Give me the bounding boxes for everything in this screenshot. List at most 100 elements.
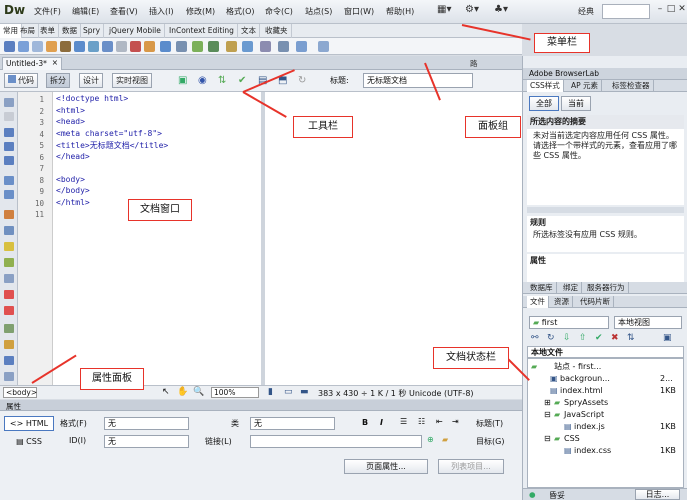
get-files-icon[interactable]: ⇩ xyxy=(563,333,571,343)
syntax-error-icon[interactable] xyxy=(4,242,14,251)
refresh-files-icon[interactable]: ↻ xyxy=(547,333,555,343)
zoom-select[interactable]: 100% xyxy=(211,387,259,398)
code-line[interactable]: <body> xyxy=(56,175,85,184)
dropdown-icon[interactable] xyxy=(296,41,307,52)
file-row-index-css[interactable]: ▤ index.css 1KB xyxy=(528,445,683,457)
wrap-tag-icon[interactable] xyxy=(4,324,14,333)
check-in-icon[interactable]: ✖ xyxy=(611,333,619,343)
bold-button[interactable]: B xyxy=(362,418,368,427)
tag-chooser-icon[interactable] xyxy=(208,41,219,52)
file-row-spryassets[interactable]: ⊞ ▰ SpryAssets xyxy=(528,397,683,409)
workspace-switcher[interactable]: 经典 xyxy=(578,6,594,17)
code-line[interactable]: </body> xyxy=(56,186,90,195)
server-icon[interactable] xyxy=(278,41,289,52)
code-editor[interactable]: <!doctype html> <html> <head> <meta charset… xyxy=(53,92,261,385)
tablet-size-icon[interactable]: ▭ xyxy=(284,387,293,397)
tab-css-styles[interactable]: CSS样式 xyxy=(527,80,564,92)
code-view-button[interactable]: 代码 xyxy=(4,73,38,88)
script-icon[interactable] xyxy=(176,41,187,52)
browser-preview-icon[interactable]: ◉ xyxy=(198,75,207,86)
balance-braces-icon[interactable] xyxy=(4,190,14,199)
code-line[interactable]: <html> xyxy=(56,106,85,115)
close-icon[interactable]: × xyxy=(52,58,58,67)
file-row-index-html[interactable]: ▤ index.html 1KB xyxy=(528,385,683,397)
expand-all-icon[interactable] xyxy=(4,156,14,165)
tab-ap-elements[interactable]: AP 元素 xyxy=(568,80,603,92)
code-line[interactable]: </head> xyxy=(56,152,90,161)
menu-commands[interactable]: 命令(C) xyxy=(265,6,293,17)
tab-files[interactable]: 文件 xyxy=(527,296,549,308)
put-files-icon[interactable]: ⇧ xyxy=(579,333,587,343)
view-select[interactable]: 本地视图 xyxy=(614,316,682,329)
code-line[interactable]: <meta charset="utf-8"> xyxy=(56,129,162,138)
check-out-icon[interactable]: ✔ xyxy=(595,333,603,343)
line-numbers-icon[interactable] xyxy=(4,210,14,219)
layout-icon[interactable]: ▦▾ xyxy=(437,4,451,19)
tab-server-behaviors[interactable]: 服务器行为 xyxy=(584,282,629,294)
list-items-button[interactable]: 列表项目... xyxy=(438,459,504,474)
brackets-icon[interactable] xyxy=(260,41,271,52)
tab-text[interactable]: 文本 xyxy=(238,24,260,38)
file-row-index-js[interactable]: ▤ index.js 1KB xyxy=(528,421,683,433)
mobile-size-icon[interactable]: ▮ xyxy=(268,387,273,397)
file-row-site[interactable]: ▰ 站点 - first... xyxy=(528,361,683,373)
server-include-icon[interactable] xyxy=(130,41,141,52)
tag-icon[interactable] xyxy=(226,41,237,52)
code-line[interactable]: <title>无标题文档</title> xyxy=(56,140,168,151)
point-to-file-icon[interactable]: ⊕ xyxy=(427,435,434,444)
properties-header[interactable]: 属性 xyxy=(0,400,522,411)
page-properties-button[interactable]: 页面属性... xyxy=(344,459,428,474)
tab-incontext-editing[interactable]: InContext Editing xyxy=(166,24,238,38)
indent-icon[interactable] xyxy=(4,356,14,365)
collapse-icon[interactable]: ⊟ xyxy=(544,433,551,445)
log-button[interactable]: 日志... xyxy=(635,489,680,500)
tab-assets[interactable]: 资源 xyxy=(551,296,573,308)
link-input[interactable] xyxy=(250,435,422,448)
tag-selector[interactable]: <body> xyxy=(3,387,37,398)
desktop-size-icon[interactable]: ▬ xyxy=(300,387,309,397)
gear-icon[interactable]: ⚙▾ xyxy=(465,4,479,19)
css-icon[interactable] xyxy=(242,41,253,52)
media-icon[interactable] xyxy=(88,41,99,52)
open-documents-icon[interactable] xyxy=(4,98,14,107)
multiscreen-icon[interactable]: ▣ xyxy=(178,75,187,86)
design-view-button[interactable]: 设计 xyxy=(79,73,103,88)
file-row-background[interactable]: ▣ backgroun... 2... xyxy=(528,373,683,385)
collapse-selection-icon[interactable] xyxy=(4,142,14,151)
hyperlink-icon[interactable] xyxy=(4,41,15,52)
collapse-tag-icon[interactable] xyxy=(4,128,14,137)
sync-icon[interactable]: ⇅ xyxy=(627,333,635,343)
anchor-icon[interactable] xyxy=(32,41,43,52)
maximize-icon[interactable]: □ xyxy=(666,4,676,18)
recent-snippets-icon[interactable] xyxy=(4,340,14,349)
image-icon[interactable] xyxy=(74,41,85,52)
templates-icon[interactable] xyxy=(192,41,203,52)
site-select[interactable]: ▰ first xyxy=(529,316,609,329)
menu-format[interactable]: 格式(O) xyxy=(226,6,255,17)
tab-spry[interactable]: Spry xyxy=(80,24,105,38)
code-line[interactable]: <head> xyxy=(56,117,85,126)
ordered-list-icon[interactable]: ☷ xyxy=(418,417,425,426)
close-icon[interactable]: ✕ xyxy=(677,4,687,18)
email-link-icon[interactable] xyxy=(18,41,29,52)
tab-databases[interactable]: 数据库 xyxy=(527,282,557,294)
menu-insert[interactable]: 插入(I) xyxy=(149,6,174,17)
tab-bindings[interactable]: 绑定 xyxy=(560,282,582,294)
file-management-icon[interactable]: ⇅ xyxy=(218,75,226,86)
date-icon[interactable] xyxy=(116,41,127,52)
word-wrap-icon[interactable] xyxy=(4,258,14,267)
tab-layout[interactable]: 布局 xyxy=(17,24,39,38)
code-line[interactable]: </html> xyxy=(56,198,90,207)
remove-comment-icon[interactable] xyxy=(4,306,14,315)
html-mode-button[interactable]: <> HTML xyxy=(4,416,54,431)
show-code-navigator-icon[interactable] xyxy=(4,112,14,121)
zoom-tool-icon[interactable]: 🔍 xyxy=(193,387,204,397)
menu-site[interactable]: 站点(S) xyxy=(305,6,332,17)
expand-icon[interactable]: ⊞ xyxy=(544,397,551,409)
tab-snippets[interactable]: 代码片断 xyxy=(577,296,614,308)
title-input[interactable]: 无标题文档 xyxy=(363,73,473,88)
connect-icon[interactable]: ⚯ xyxy=(531,333,539,343)
hand-tool-icon[interactable]: ✋ xyxy=(177,387,188,397)
code-line[interactable]: <!doctype html> xyxy=(56,94,128,103)
comment-icon[interactable] xyxy=(144,41,155,52)
